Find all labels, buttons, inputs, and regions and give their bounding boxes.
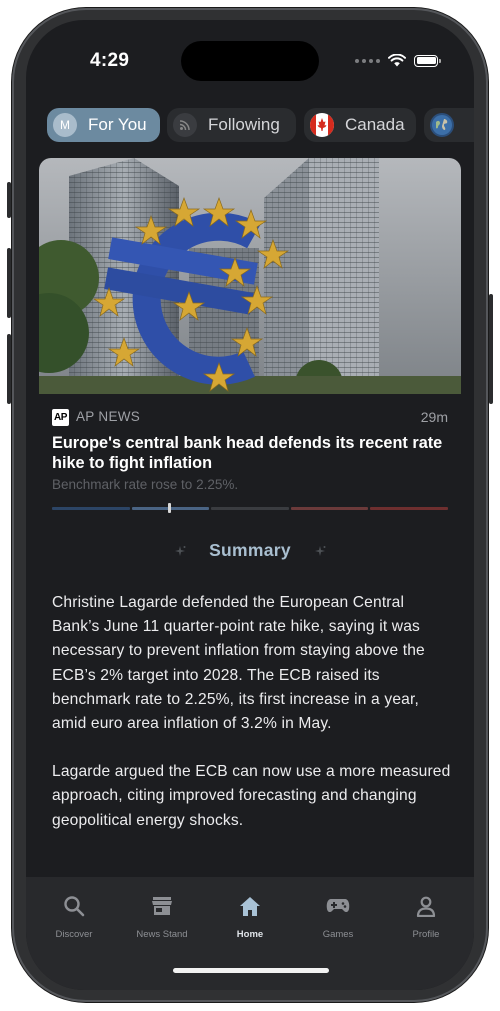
status-icons <box>355 54 441 67</box>
article-source-row: AP AP NEWS 29m <box>52 409 448 427</box>
battery-icon <box>414 54 441 67</box>
article-subhead: Benchmark rate rose to 2.25%. <box>52 477 239 492</box>
nav-profile[interactable]: Profile <box>382 894 470 940</box>
gamepad-icon <box>294 894 382 918</box>
action-button <box>7 182 11 218</box>
nav-news-stand[interactable]: News Stand <box>118 894 206 940</box>
nav-label: News Stand <box>136 929 188 940</box>
tab-for-you[interactable]: M For You <box>47 108 160 142</box>
bias-segment <box>52 507 130 510</box>
nav-label: Profile <box>412 929 440 940</box>
summary-paragraph: Christine Lagarde defended the European … <box>52 594 425 733</box>
dynamic-island <box>181 41 319 81</box>
wifi-icon <box>388 54 406 67</box>
rss-icon <box>173 113 197 137</box>
screen: 4:29 M For You Following Canada AP AP NE… <box>26 20 474 990</box>
article-headline[interactable]: Europe's central bank head defends its r… <box>52 433 452 473</box>
nav-label: Home <box>236 929 264 940</box>
home-icon <box>206 894 294 918</box>
volume-up-button <box>7 248 11 318</box>
status-time: 4:29 <box>90 50 130 71</box>
nav-discover[interactable]: Discover <box>30 894 118 940</box>
summary-title: Summary <box>209 540 291 560</box>
canada-flag-icon <box>310 113 334 137</box>
tab-label: Following <box>208 115 280 134</box>
tab-label: For You <box>88 115 147 134</box>
avatar: M <box>53 113 77 137</box>
summary-body: Christine Lagarde defended the European … <box>52 591 452 857</box>
nav-label: Discover <box>55 929 93 940</box>
nav-games[interactable]: Games <box>294 894 382 940</box>
store-icon <box>118 894 206 918</box>
bias-segment <box>370 507 448 510</box>
search-icon <box>30 894 118 918</box>
volume-down-button <box>7 334 11 404</box>
article-age: 29m <box>420 409 448 425</box>
tab-following[interactable]: Following <box>167 108 296 142</box>
source-logo: AP <box>52 409 69 426</box>
bias-marker <box>168 503 171 513</box>
home-indicator[interactable] <box>173 968 329 973</box>
source-name[interactable]: AP NEWS <box>76 409 140 424</box>
person-icon <box>382 894 470 918</box>
nav-label: Games <box>322 929 354 940</box>
bias-segment <box>211 507 289 510</box>
article-image[interactable] <box>39 158 461 394</box>
summary-paragraph: Lagarde argued the ECB can now use a mor… <box>52 763 451 829</box>
tab-label: Canada <box>345 115 405 134</box>
tab-canada[interactable]: Canada <box>304 108 416 142</box>
nav-home[interactable]: Home <box>206 894 294 940</box>
power-button <box>489 294 493 404</box>
globe-icon <box>430 113 454 137</box>
bias-bar[interactable] <box>52 507 448 511</box>
cellular-signal-icon <box>355 58 380 63</box>
sparkle-icon <box>315 546 326 556</box>
bias-segment <box>290 507 369 510</box>
bottom-nav: Discover News Stand Home Games Profile <box>26 877 474 990</box>
tab-world[interactable] <box>424 108 474 142</box>
category-tabs: M For You Following Canada <box>47 108 474 144</box>
